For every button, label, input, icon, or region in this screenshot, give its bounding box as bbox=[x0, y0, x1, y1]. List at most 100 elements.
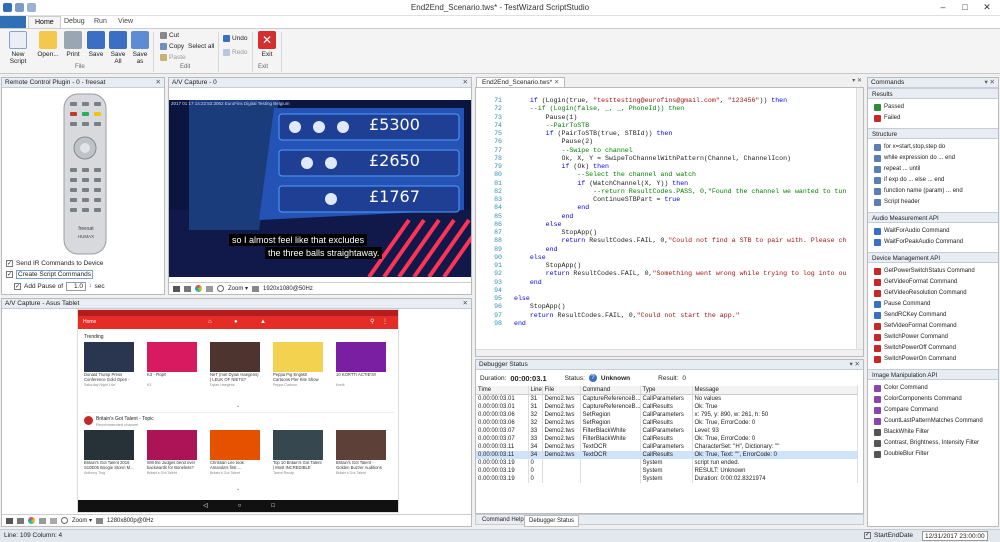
maximize-button[interactable]: □ bbox=[954, 0, 976, 15]
column-header[interactable]: Time bbox=[476, 386, 529, 395]
save-button[interactable]: Save bbox=[86, 31, 106, 58]
code-line[interactable]: 73 Pause(1) bbox=[476, 114, 863, 122]
tab-list-icon[interactable]: ▾ ✕ bbox=[852, 77, 862, 84]
close-window-button[interactable]: ✕ bbox=[976, 0, 998, 15]
command-item[interactable]: repeat ... until bbox=[868, 164, 998, 175]
tab-view[interactable]: View bbox=[112, 16, 139, 28]
command-item[interactable]: DoubleBlur Filter bbox=[868, 449, 998, 460]
video-card[interactable]: 10 KORTTI ACTIE'S!! Kortti bbox=[336, 342, 386, 387]
code-line[interactable]: 94 bbox=[476, 287, 863, 295]
region-icon[interactable] bbox=[206, 285, 213, 292]
close-icon[interactable]: ✕ bbox=[463, 78, 468, 88]
command-section-header[interactable]: Audio Measurement API bbox=[868, 212, 998, 223]
print-button[interactable]: Print bbox=[63, 31, 83, 58]
column-header[interactable]: Message bbox=[692, 386, 858, 395]
expand-chevron-icon[interactable]: ⌄ bbox=[236, 403, 240, 409]
pause-value-input[interactable]: 1.0 bbox=[66, 281, 87, 291]
command-item[interactable]: ColorComponents Command bbox=[868, 394, 998, 405]
video-thumbnail[interactable] bbox=[336, 430, 386, 460]
back-icon[interactable]: ◁ bbox=[203, 500, 208, 512]
redo-button[interactable]: Redo bbox=[223, 49, 248, 56]
code-line[interactable]: 97 return ResultCodes.FAIL, 0,"Could not… bbox=[476, 312, 863, 320]
code-line[interactable]: 96 StopApp() bbox=[476, 303, 863, 311]
code-line[interactable]: 77 --Swipe to channel bbox=[476, 147, 863, 155]
table-row[interactable]: 0.00:00:03.06 32 Demo2.tws SetRegion CallRes… bbox=[476, 419, 858, 427]
column-header[interactable]: Type bbox=[640, 386, 693, 395]
command-item[interactable]: Pause Command bbox=[868, 299, 998, 310]
start-end-date-checkbox[interactable]: ✓ bbox=[864, 532, 871, 539]
command-item[interactable]: BlackWhite Filter bbox=[868, 427, 998, 438]
command-item[interactable]: GetVideoFormat Command bbox=[868, 277, 998, 288]
table-row[interactable]: 0.00:00:03.07 33 Demo2.tws FilterBlackWhite… bbox=[476, 435, 858, 443]
file-menu-tab[interactable] bbox=[0, 16, 26, 28]
record-icon[interactable] bbox=[17, 517, 24, 524]
magnifier-icon[interactable] bbox=[61, 517, 68, 524]
tablet-screen[interactable]: Home ⌂ ● ▲ ⚲ ⋮ Trending Donald Trump Pre… bbox=[77, 309, 399, 513]
video-card[interactable]: Will the Judges bend over backwards for … bbox=[147, 430, 197, 475]
code-line[interactable]: 85 end bbox=[476, 213, 863, 221]
video-thumbnail[interactable] bbox=[210, 342, 260, 372]
command-item[interactable]: if exp do ... else ... end bbox=[868, 175, 998, 186]
command-item[interactable]: Passed bbox=[868, 102, 998, 113]
home-icon[interactable]: ⌂ bbox=[208, 316, 212, 329]
command-item[interactable]: WaitForAudio Command bbox=[868, 226, 998, 237]
video-card[interactable]: Christian Lee took Amanda's first ... Bri… bbox=[210, 430, 260, 475]
command-section-header[interactable]: Image Manipulation API bbox=[868, 369, 998, 380]
code-line[interactable]: 76 Pause(2) bbox=[476, 138, 863, 146]
date-time-input[interactable]: 12/31/2017 23:00:00 bbox=[922, 531, 988, 541]
code-line[interactable]: 74 --PairToSTB bbox=[476, 122, 863, 130]
screenshot-icon[interactable] bbox=[173, 285, 180, 292]
column-header[interactable]: Command bbox=[580, 386, 641, 395]
create-script-checkbox[interactable]: ✓ bbox=[6, 271, 13, 278]
select-all-button[interactable]: Select all bbox=[188, 43, 214, 50]
code-line[interactable]: 91 StopApp() bbox=[476, 262, 863, 270]
exit-button[interactable]: ✕ Exit bbox=[257, 31, 277, 58]
code-line[interactable]: 72 --if (Login(false, _, _, PhoneId)) th… bbox=[476, 105, 863, 113]
video-thumbnail[interactable] bbox=[273, 430, 323, 460]
add-pause-checkbox[interactable]: ✓ bbox=[14, 282, 21, 290]
command-item[interactable]: Color Command bbox=[868, 383, 998, 394]
code-line[interactable]: 71 if (Login(true, "testtesting@eurofins… bbox=[476, 97, 863, 105]
table-row[interactable]: 0.00:00:03.11 34 Demo2.tws TextOCR CallResul… bbox=[476, 451, 858, 459]
zoom-dropdown[interactable]: Zoom ▾ bbox=[72, 517, 92, 524]
code-line[interactable]: 90 else bbox=[476, 254, 863, 262]
video-thumbnail[interactable] bbox=[210, 430, 260, 460]
code-line[interactable]: 81 if (WatchChannel(X, Y)) then bbox=[476, 180, 863, 188]
command-item[interactable]: while expression do ... end bbox=[868, 153, 998, 164]
command-item[interactable]: WaitForPeakAudio Command bbox=[868, 237, 998, 248]
undo-button[interactable]: Undo bbox=[223, 35, 248, 42]
column-header[interactable]: File bbox=[542, 386, 581, 395]
editor-hscrollbar[interactable] bbox=[476, 349, 863, 356]
zoom-dropdown[interactable]: Zoom ▾ bbox=[228, 285, 248, 292]
new-script-button[interactable]: New Script bbox=[3, 31, 33, 65]
editor-document-tab[interactable]: End2End_Scenario.tws* ✕ bbox=[476, 77, 566, 87]
command-section-header[interactable]: Structure bbox=[868, 128, 998, 139]
menu-icon[interactable]: ⋮ bbox=[382, 316, 388, 329]
code-line[interactable]: 98 end bbox=[476, 320, 863, 328]
table-row[interactable]: 0.00:00:03.19 0 System script run ended. bbox=[476, 459, 858, 467]
home-circle-icon[interactable]: ○ bbox=[238, 500, 242, 512]
command-item[interactable]: SwitchPower Command bbox=[868, 332, 998, 343]
remote-control-graphic[interactable] bbox=[2, 88, 166, 258]
minimize-button[interactable]: – bbox=[932, 0, 954, 15]
command-item[interactable]: SwitchPowerOn Command bbox=[868, 354, 998, 365]
table-row[interactable]: 0.00:00:03.01 31 Demo2.tws CaptureReference… bbox=[476, 394, 858, 403]
create-script-option[interactable]: ✓ Create Script Commands bbox=[6, 269, 164, 280]
close-icon[interactable]: ▾ ✕ bbox=[849, 360, 860, 370]
copy-button[interactable]: Copy bbox=[160, 43, 184, 50]
table-row[interactable]: 0.00:00:03.19 0 System RESULT: Unknown bbox=[476, 467, 858, 475]
command-section-header[interactable]: Results bbox=[868, 88, 998, 99]
video-thumbnail[interactable] bbox=[147, 430, 197, 460]
video-card[interactable]: Top 10 Britain's Got Talent | Most INCRE… bbox=[273, 430, 323, 475]
close-icon[interactable]: ▾ ✕ bbox=[984, 78, 995, 88]
command-item[interactable]: Failed bbox=[868, 113, 998, 124]
code-editor[interactable]: 71 if (Login(true, "testtesting@eurofins… bbox=[475, 87, 864, 357]
code-line[interactable]: 78 Ok, X, Y = SwipeToChannelWithPattern(… bbox=[476, 155, 863, 163]
video-card[interactable]: Peppa Pig English Cartoons Pier Kite Sho… bbox=[273, 342, 323, 387]
table-row[interactable]: 0.00:00:03.01 31 Demo2.tws CaptureReference… bbox=[476, 403, 858, 411]
code-line[interactable]: 89 end bbox=[476, 246, 863, 254]
command-item[interactable]: Script header bbox=[868, 197, 998, 208]
code-line[interactable]: 79 if (Ok) then bbox=[476, 163, 863, 171]
video-card[interactable]: K3 - Flop!! K3 bbox=[147, 342, 197, 387]
save-all-button[interactable]: Save All bbox=[108, 31, 128, 65]
